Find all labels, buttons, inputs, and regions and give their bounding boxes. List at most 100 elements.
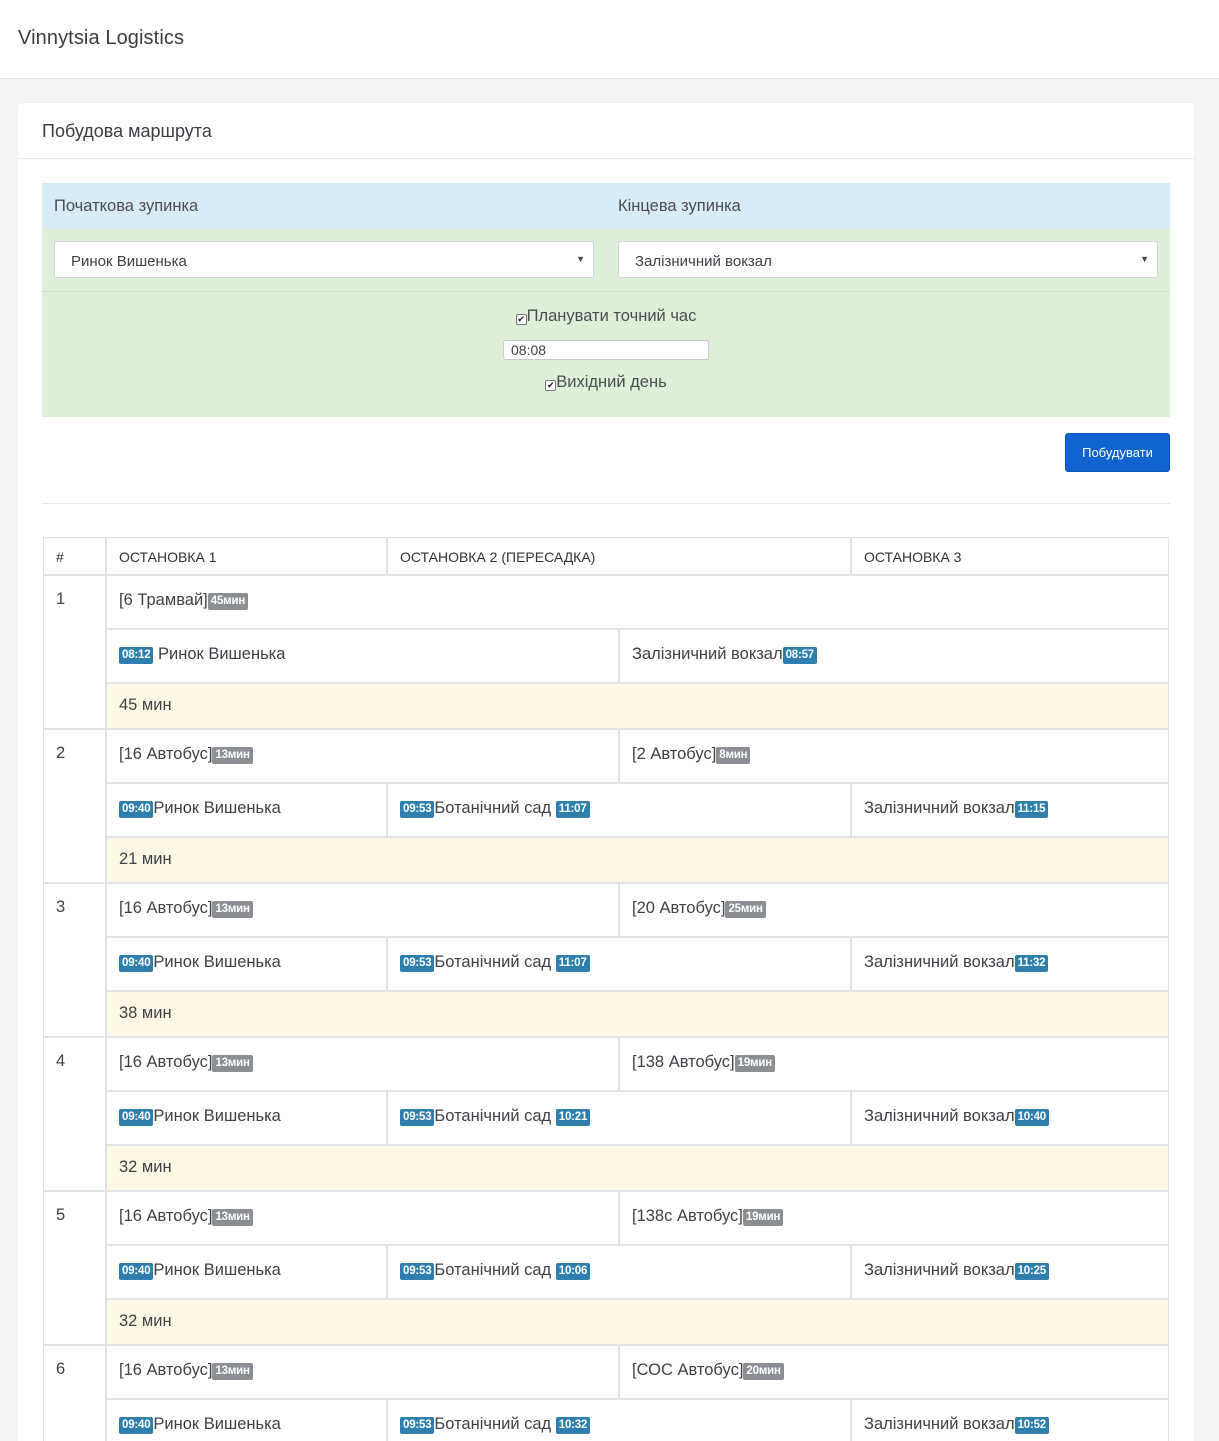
route-leg-cell: [16 Автобус] 13мин: [106, 1191, 619, 1245]
stop-name: Ринок Вишенька: [153, 799, 281, 817]
transfer-stop-cell: 09:53 Ботанічний сад 10:32: [387, 1399, 851, 1441]
departure-time-badge: 09:40: [119, 801, 154, 818]
build-button[interactable]: Побудувати: [1065, 433, 1170, 472]
departure-time-badge: 11:07: [555, 955, 590, 972]
total-time-cell-content: 32 мин: [119, 1312, 172, 1331]
transport-name: [6 Трамвай]: [119, 591, 208, 609]
total-time-cell: 32 мин: [106, 1145, 1169, 1191]
stop-name: Ринок Вишенька: [153, 1415, 281, 1433]
weekend-checkbox[interactable]: ✔: [545, 380, 557, 391]
transfer-stop-cell-content: 09:53 Ботанічний сад 11:07: [400, 953, 590, 972]
card-header: Побудова маршрута: [18, 103, 1194, 159]
transport-name: [16 Автобус]: [119, 1053, 213, 1071]
form-body: Ринок Вишенька ▼ Залізничний вокзал ▼ ✔ П…: [42, 229, 1170, 417]
route-number-cell: 1: [43, 575, 106, 729]
route-leg-cell-content: [16 Автобус] 13мин: [119, 1207, 253, 1226]
route-number: 5: [56, 1206, 66, 1224]
arrival-time-badge: 09:53: [400, 955, 435, 972]
transport-name: [138с Автобус]: [632, 1207, 743, 1225]
header-cell-content: ОСТАНОВКА 2 (ПЕРЕСАДКА): [400, 549, 595, 565]
route-leg-cell: [16 Автобус] 13мин: [106, 1037, 619, 1091]
route-leg-cell: [138 Автобус] 19мин: [619, 1037, 1169, 1091]
end-stop-select[interactable]: Залізничний вокзал ▼: [618, 241, 1158, 278]
route-number-cell-content: 6: [56, 1360, 65, 1379]
departure-time-badge: 10:06: [555, 1263, 591, 1280]
weekend-label: Вихідний день: [556, 373, 667, 391]
header-cell-content: ОСТАНОВКА 3: [864, 549, 961, 565]
stop-cell-content: Залізничний вокзал 11:15: [864, 799, 1049, 818]
stop-cell: Залізничний вокзал 11:15: [851, 783, 1169, 837]
route-number: 2: [56, 744, 66, 762]
route-number-cell: 5: [43, 1191, 106, 1345]
transport-name: [16 Автобус]: [119, 1207, 213, 1225]
form-header: Початкова зупинка Кінцева зупинка: [42, 183, 1170, 229]
stop-cell: 09:40 Ринок Вишенька: [106, 783, 387, 837]
total-time: 32 мин: [119, 1312, 172, 1330]
header-cell: #: [43, 537, 106, 575]
end-stop-value: Залізничний вокзал: [635, 253, 772, 270]
route-leg-cell: [2 Автобус] 8мин: [619, 729, 1169, 783]
route-number-cell: 2: [43, 729, 106, 883]
transfer-stop-cell-content: 09:53 Ботанічний сад 10:32: [400, 1415, 591, 1434]
stop-cell-content: Залізничний вокзал 10:40: [864, 1107, 1050, 1126]
stop-cell-content: Залізничний вокзал 11:32: [864, 953, 1049, 972]
total-time-cell-content: 38 мин: [119, 1004, 172, 1023]
transfer-stop-cell-content: 09:53 Ботанічний сад 11:07: [400, 799, 590, 818]
route-leg-cell-content: [16 Автобус] 13мин: [119, 745, 253, 764]
duration-badge: 45мин: [207, 593, 249, 610]
arrival-time-badge: 10:25: [1014, 1263, 1050, 1280]
total-time: 32 мин: [119, 1158, 172, 1176]
duration-badge: 19мин: [734, 1055, 775, 1072]
total-time-cell: 32 мин: [106, 1299, 1169, 1345]
end-stop-label: Кінцева зупинка: [618, 197, 741, 215]
stop-cell: Залізничний вокзал 08:57: [619, 629, 1169, 683]
transfer-stop-cell-content: 09:53 Ботанічний сад 10:06: [400, 1261, 591, 1280]
route-number-cell: 6: [43, 1345, 106, 1441]
route-leg-cell: [16 Автобус] 13мин: [106, 729, 619, 783]
route-leg-cell-content: [16 Автобус] 13мин: [119, 899, 253, 918]
select-row: Ринок Вишенька ▼ Залізничний вокзал ▼: [42, 229, 1170, 292]
route-leg-cell: [СОС Автобус] 20мин: [619, 1345, 1169, 1399]
stop-cell-content: 08:12 Ринок Вишенька: [119, 645, 285, 664]
departure-time-badge: 10:21: [555, 1109, 591, 1126]
departure-time-badge: 10:32: [555, 1417, 591, 1434]
start-stop-select[interactable]: Ринок Вишенька ▼: [54, 241, 594, 278]
total-time-cell-content: 45 мин: [119, 696, 172, 715]
duration-badge: 13мин: [212, 747, 253, 764]
stop-name: Ботанічний сад: [434, 1107, 556, 1125]
start-stop-label: Початкова зупинка: [54, 197, 199, 215]
route-number-cell: 4: [43, 1037, 106, 1191]
stop-cell: 09:40 Ринок Вишенька: [106, 1245, 387, 1299]
route-number-cell-content: 1: [56, 590, 65, 609]
arrival-time-badge: 09:53: [400, 1109, 435, 1126]
transport-name: [20 Автобус]: [632, 899, 726, 917]
stop-name: Залізничний вокзал: [864, 1415, 1015, 1433]
route-number-cell-content: 5: [56, 1206, 65, 1225]
arrival-time-badge: 09:53: [400, 1417, 435, 1434]
stop-name: Ботанічний сад: [434, 1261, 556, 1279]
time-input[interactable]: 08:08: [503, 340, 709, 360]
brand-title[interactable]: Vinnytsia Logistics: [18, 27, 184, 50]
stop-name: Ринок Вишенька: [153, 953, 281, 971]
stop-cell: Залізничний вокзал 10:25: [851, 1245, 1169, 1299]
stop-name: Залізничний вокзал: [864, 1107, 1015, 1125]
stop-name: Залізничний вокзал: [864, 1261, 1015, 1279]
stop-name: Залізничний вокзал: [864, 953, 1015, 971]
stop-cell: 08:12 Ринок Вишенька: [106, 629, 619, 683]
route-leg-cell: [6 Трамвай] 45мин: [106, 575, 1169, 629]
stop-name: Ринок Вишенька: [153, 1261, 281, 1279]
arrival-time-badge: 09:53: [400, 1263, 435, 1280]
route-leg-cell: [20 Автобус] 25мин: [619, 883, 1169, 937]
route-number: 4: [56, 1052, 66, 1070]
arrival-time-badge: 11:32: [1014, 955, 1049, 972]
total-time-cell: 45 мин: [106, 683, 1169, 729]
stop-name: Залізничний вокзал: [864, 799, 1015, 817]
transport-name: [16 Автобус]: [119, 745, 213, 763]
duration-badge: 13мин: [212, 1363, 253, 1380]
arrival-time-badge: 08:57: [782, 647, 818, 664]
header-label: #: [56, 549, 64, 565]
plan-exact-checkbox[interactable]: ✔: [515, 314, 527, 325]
duration-badge: 13мин: [212, 1209, 253, 1226]
route-number: 6: [56, 1360, 66, 1378]
header-label: ОСТАНОВКА 3: [864, 549, 962, 565]
